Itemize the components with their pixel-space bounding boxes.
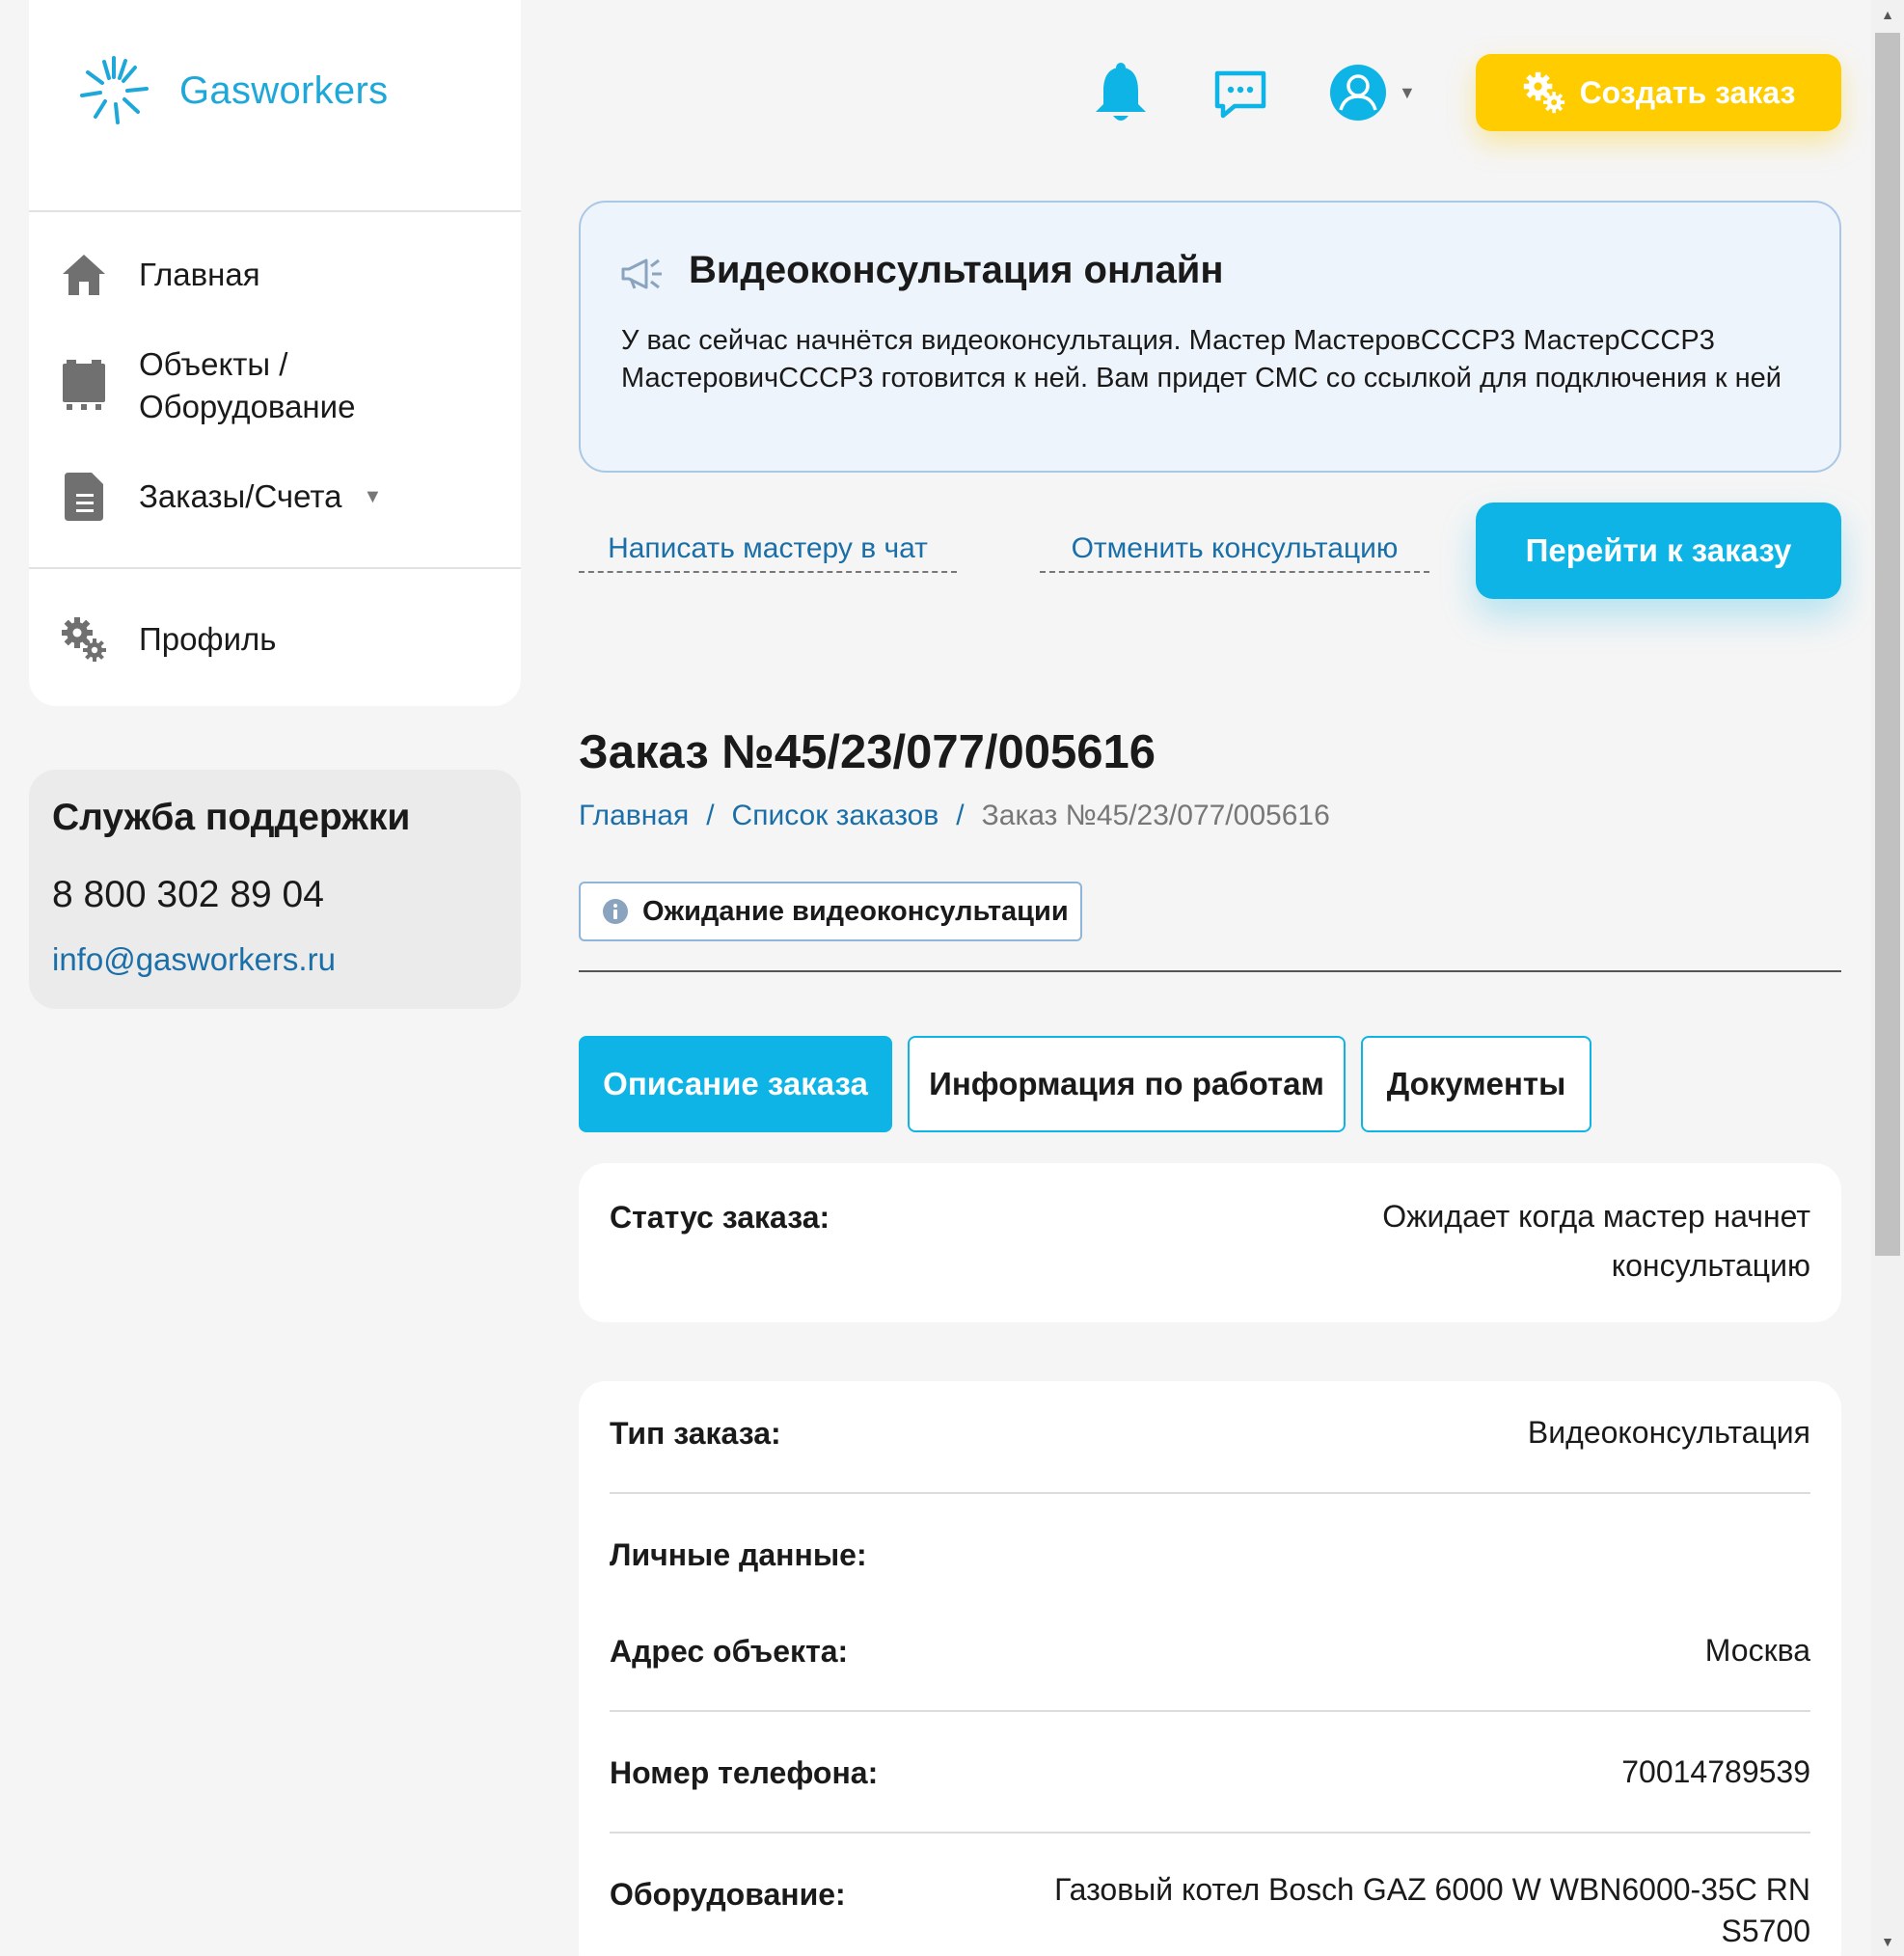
chat-with-master-link[interactable]: Написать мастеру в чат	[579, 532, 957, 573]
support-card: Служба поддержки 8 800 302 89 04 info@ga…	[29, 770, 521, 1009]
breadcrumb-home-link[interactable]: Главная	[579, 800, 689, 832]
status-value-line: Ожидает когда мастер начнет	[1382, 1199, 1810, 1234]
sidebar-item-label: Профиль	[139, 621, 277, 657]
cancel-consultation-link[interactable]: Отменить консультацию	[1040, 532, 1429, 573]
sidebar-item-home[interactable]: Главная	[58, 253, 260, 297]
logo-text: Gasworkers	[179, 68, 389, 112]
status-value: Ожидает когда мастер начнет консультацию	[1382, 1192, 1810, 1290]
sidebar: Gasworkers Главная Объекты / Оборудовани…	[29, 0, 521, 706]
create-order-label: Создать заказ	[1579, 74, 1796, 110]
sidebar-item-profile[interactable]: Профиль	[58, 615, 276, 664]
tab-documents[interactable]: Документы	[1361, 1036, 1591, 1132]
chevron-down-icon[interactable]: ▼	[363, 486, 382, 508]
breadcrumb: Главная / Список заказов / Заказ №45/23/…	[579, 800, 1330, 832]
phone-value: 70014789539	[1621, 1754, 1810, 1789]
status-badge-text: Ожидание видеоконсультации	[642, 895, 1069, 927]
section-divider	[579, 970, 1841, 972]
document-icon	[65, 473, 103, 521]
order-status-card: Статус заказа: Ожидает когда мастер начн…	[579, 1163, 1841, 1322]
sidebar-divider	[29, 567, 521, 569]
equipment-value-line: Газовый котел Bosch GAZ 6000 W WBN6000-3…	[1054, 1872, 1810, 1907]
support-email-link[interactable]: info@gasworkers.ru	[52, 941, 336, 978]
equipment-value-line: S5700	[1721, 1914, 1810, 1948]
scroll-down-arrow-icon[interactable]: ▼	[1871, 1927, 1904, 1956]
equipment-label: Оборудование:	[610, 1877, 846, 1912]
logo-sunburst-icon	[80, 56, 149, 124]
personal-data-label: Личные данные:	[610, 1537, 867, 1572]
row-divider	[610, 1710, 1810, 1712]
page-title: Заказ №45/23/077/005616	[579, 726, 1156, 778]
support-phone[interactable]: 8 800 302 89 04	[52, 874, 324, 916]
phone-label: Номер телефона:	[610, 1755, 879, 1790]
order-details-card: Тип заказа: Видеоконсультация Личные дан…	[579, 1381, 1841, 1956]
user-menu[interactable]: ▼	[1329, 64, 1416, 122]
sidebar-item-label: Заказы/Счета	[139, 478, 342, 514]
breadcrumb-current: Заказ №45/23/077/005616	[981, 800, 1330, 831]
notice-title: Видеоконсультация онлайн	[689, 249, 1224, 291]
user-avatar-icon	[1330, 65, 1386, 121]
scroll-thumb[interactable]	[1875, 33, 1900, 1256]
go-to-order-button[interactable]: Перейти к заказу	[1476, 503, 1841, 599]
logo[interactable]: Gasworkers	[75, 52, 388, 129]
address-value: Москва	[1704, 1633, 1810, 1668]
tab-work-info[interactable]: Информация по работам	[908, 1036, 1346, 1132]
gears-icon	[1523, 71, 1564, 114]
create-order-button[interactable]: Создать заказ	[1476, 54, 1841, 131]
sidebar-item-label: Оборудование	[139, 389, 356, 424]
status-label: Статус заказа:	[610, 1200, 830, 1235]
order-type-label: Тип заказа:	[610, 1416, 781, 1451]
sidebar-item-orders[interactable]: Заказы/Счета ▼	[58, 473, 382, 521]
tab-order-description[interactable]: Описание заказа	[579, 1036, 892, 1132]
breadcrumb-separator: /	[956, 800, 965, 831]
status-value-line: консультацию	[1611, 1248, 1810, 1283]
scrollbar[interactable]: ▲ ▼	[1871, 0, 1904, 1956]
megaphone-icon	[621, 257, 664, 291]
row-divider	[610, 1492, 1810, 1494]
home-icon	[63, 255, 105, 295]
boiler-icon	[63, 360, 105, 410]
breadcrumb-orders-link[interactable]: Список заказов	[732, 800, 939, 832]
order-type-value: Видеоконсультация	[1527, 1415, 1810, 1450]
chat-icon[interactable]	[1213, 69, 1267, 120]
gears-icon	[62, 617, 106, 662]
chevron-down-icon[interactable]: ▼	[1399, 83, 1416, 103]
breadcrumb-separator: /	[706, 800, 715, 831]
sidebar-item-label: Объекты /	[139, 346, 288, 382]
address-label: Адрес объекта:	[610, 1634, 849, 1669]
row-divider	[610, 1832, 1810, 1834]
video-consultation-notice: Видеоконсультация онлайн У вас сейчас на…	[579, 201, 1841, 473]
equipment-value: Газовый котел Bosch GAZ 6000 W WBN6000-3…	[1054, 1869, 1810, 1952]
status-badge: Ожидание видеоконсультации	[579, 882, 1082, 941]
notice-text: У вас сейчас начнётся видеоконсультация.…	[621, 325, 1782, 394]
notifications-bell-icon[interactable]	[1094, 62, 1148, 123]
sidebar-divider	[29, 210, 521, 212]
sidebar-item-label: Главная	[139, 257, 260, 292]
scroll-up-arrow-icon[interactable]: ▲	[1871, 0, 1904, 29]
support-title: Служба поддержки	[52, 797, 411, 838]
sidebar-item-objects[interactable]: Объекты / Оборудование	[58, 343, 355, 428]
info-icon	[603, 899, 628, 924]
